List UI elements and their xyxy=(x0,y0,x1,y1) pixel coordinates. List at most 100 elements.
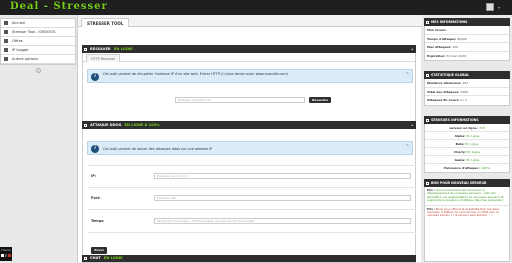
collapse-icon[interactable]: ▴ xyxy=(411,45,413,53)
sidebar-item-stresser[interactable]: Stresser Tool - IOBOOOS xyxy=(1,28,75,37)
stats-title: STATISTIQUE GLOBAL xyxy=(431,73,470,77)
server-name: Puissance d'attaque : xyxy=(443,166,481,170)
resolver-tabs: HTTP Resolver xyxy=(83,53,415,62)
right-column: MES INFORMATIONS Mon forum: Temps d'atta… xyxy=(422,15,512,262)
megaphone-icon xyxy=(426,181,429,185)
resolver-title: RESOLVER xyxy=(90,47,111,51)
info-row: Temps d'attaque: 86400 xyxy=(425,35,509,43)
chart-icon xyxy=(426,73,429,77)
server-status: En Ligne xyxy=(465,142,479,146)
tab-http-resolver[interactable]: HTTP Resolver xyxy=(86,54,121,62)
sidebar-item-accueil[interactable]: Accueil xyxy=(1,19,75,28)
info-row: Expiration: 31-Dec-2020 xyxy=(425,52,509,61)
info-row: Max Attaques: 100 xyxy=(425,43,509,52)
ip-row: IP: Exemple: 127.0.0.1 xyxy=(88,165,416,187)
ip-input[interactable]: Exemple: 127.0.0.1 xyxy=(154,173,411,179)
stats-value: 387 xyxy=(462,81,469,85)
resolve-button[interactable]: Résoudre xyxy=(309,97,331,103)
resolver-input[interactable]: Exemple.monsite.com xyxy=(175,97,305,103)
servers-title: SERVEURS INFORMATIONS xyxy=(431,118,479,122)
chat-title: CHAT xyxy=(90,256,101,260)
server-row: Puissance d'attaque : 100% xyxy=(425,164,509,172)
stats-label: Membres Abonnées: xyxy=(427,81,462,85)
sidebar: Accueil Stresser Tool - IOBOOOS Offres I… xyxy=(0,15,76,262)
attack-title: ATTAQUE DDOS xyxy=(90,123,122,127)
theme-swatches xyxy=(1,254,12,257)
server-name: Gama: xyxy=(454,158,466,162)
my-info-panel: Mon forum: Temps d'attaque: 86400 Max At… xyxy=(424,26,510,61)
user-menu[interactable]: ▾ xyxy=(485,3,500,11)
info-label: Mon forum: xyxy=(427,28,447,32)
stats-row: Membres Abonnées: 387 xyxy=(425,79,509,88)
servers-header: SERVEURS INFORMATIONS xyxy=(424,116,510,124)
theme-swatch-red[interactable] xyxy=(8,254,12,257)
chat-status: EN LIGNE xyxy=(103,256,123,260)
sidebar-item-offres[interactable]: Offres xyxy=(1,37,75,46)
close-icon[interactable]: × xyxy=(406,71,409,75)
info-icon: i xyxy=(91,73,99,81)
info-value: 86400 xyxy=(457,36,467,41)
resolver-info-text: Cet outil permet de récupérer l'adresse … xyxy=(103,72,288,76)
sidebar-item-label: Autres options xyxy=(12,57,39,61)
server-name: Beta: xyxy=(455,142,465,146)
resolver-panel: HTTP Resolver i Cet outil permet de récu… xyxy=(82,53,416,127)
forum-post: Eris : Nous vous offrons la possibilité … xyxy=(425,206,509,220)
info-value: 100 xyxy=(452,45,459,49)
sidebar-menu: Accueil Stresser Tool - IOBOOOS Offres I… xyxy=(0,18,76,65)
top-bar: Deal - Stresser ▾ xyxy=(0,0,512,15)
ip-label: IP: xyxy=(91,174,97,178)
close-icon[interactable]: × xyxy=(406,143,409,147)
theme-swatch-light[interactable] xyxy=(1,254,4,257)
forum-post: Eris : Vous pouvez faire des dons pour l… xyxy=(425,187,509,206)
forum-header: BON POUR NOUVEAU SERVEUR xyxy=(424,179,510,187)
server-row: Beta: En Ligne xyxy=(425,140,509,148)
bolt-icon xyxy=(84,123,87,127)
gear-icon xyxy=(4,57,8,61)
port-label: Port: xyxy=(91,196,101,200)
servers-panel: serveur en ligne : 5/5 Alpha: En Ligne B… xyxy=(424,124,510,173)
theme-label: Theme xyxy=(1,248,11,252)
chevron-down-icon: ▾ xyxy=(497,4,500,10)
tab-stresser-tool[interactable]: STRESSER TOOL xyxy=(81,18,130,27)
port-row: Port: Exemple: 80 xyxy=(88,187,416,209)
theme-switcher[interactable]: Theme xyxy=(0,247,12,261)
stats-panel: Membres Abonnées: 387 Total des attaques… xyxy=(424,79,510,106)
stats-label: Attaques En Cours: xyxy=(427,98,460,102)
server-name: Alpha: xyxy=(454,134,466,138)
send-attack-button[interactable]: Envoi xyxy=(91,247,107,254)
server-status: 5/5 xyxy=(479,126,485,130)
time-input[interactable]: Temps (En Secondes) - Entrez presser (éc… xyxy=(154,218,411,224)
sidebar-item-ip-logger[interactable]: IP Logger xyxy=(1,46,75,55)
port-input[interactable]: Exemple: 80 xyxy=(154,195,411,201)
info-row: Mon forum: xyxy=(425,26,509,35)
server-name: serveur en ligne : xyxy=(449,126,479,130)
grid-icon xyxy=(4,30,8,34)
info-label: Expiration: xyxy=(427,53,446,58)
collapse-icon[interactable]: ▴ xyxy=(411,121,413,129)
stats-value: 5280 xyxy=(460,89,469,94)
main-content: STRESSER TOOL RESOLVER EN LIGNE ▴ HTTP R… xyxy=(77,15,422,263)
info-value: 31-Dec-2020 xyxy=(446,53,466,58)
server-status: En Ligne xyxy=(466,158,480,162)
server-name: Charly: xyxy=(454,150,467,154)
info-label: Max Attaques: xyxy=(427,45,452,49)
user-icon xyxy=(426,20,429,24)
stats-row: Total des attaques: 5280 xyxy=(425,88,509,96)
attack-panel: i Cet outil permet de lancer des attaque… xyxy=(82,129,416,263)
attack-header: ATTAQUE DDOS EN LIGNE À 100% ▴ xyxy=(82,121,416,129)
server-row: Charly: En Ligne xyxy=(425,148,509,156)
info-icon: i xyxy=(91,145,99,153)
pin-icon xyxy=(4,48,8,52)
resolver-info: i Cet outil permet de récupérer l'adress… xyxy=(87,69,413,83)
user-icon xyxy=(485,3,494,11)
sidebar-item-autres[interactable]: Autres options xyxy=(1,55,75,64)
my-info-header: MES INFORMATIONS xyxy=(424,18,510,26)
chat-header: CHAT EN LIGNE xyxy=(82,255,416,262)
theme-swatch-dark[interactable] xyxy=(4,254,8,257)
sidebar-item-label: Offres xyxy=(12,39,23,43)
forum-title: BON POUR NOUVEAU SERVEUR xyxy=(431,181,487,185)
home-icon xyxy=(4,21,8,25)
site-logo[interactable]: Deal - Stresser xyxy=(10,0,108,14)
server-row: Alpha: En Ligne xyxy=(425,132,509,140)
chevron-left-icon[interactable]: ‹ xyxy=(36,68,41,73)
